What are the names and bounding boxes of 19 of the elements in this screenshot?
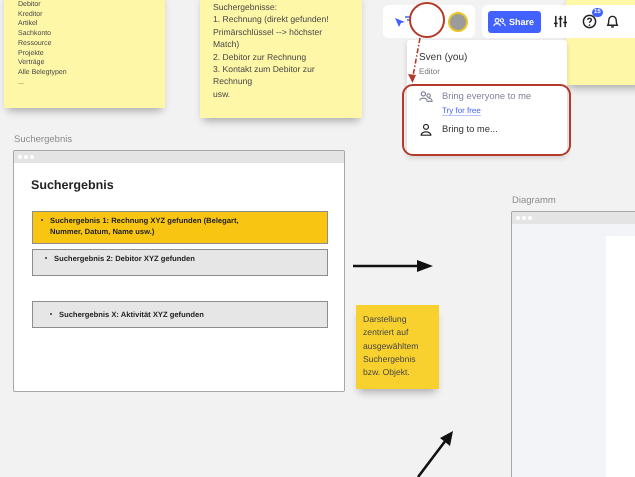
sticky-note-text: Suchergebnisse: 1. Rechnung (direkt gefunden! Primärschlüssel --> höchster Match) 2. Debitor zur Rechnung 3. Kontakt zum Debitor zur Rechnung usw. xyxy=(213,1,329,100)
share-button[interactable]: Share xyxy=(488,10,541,32)
sticky-note-text: Darstellung zentriert auf ausgewähltem Suchergebnis bzw. Objekt. xyxy=(363,313,418,380)
people-icon xyxy=(419,90,433,103)
user-role: Editor xyxy=(419,67,440,76)
arrow xyxy=(416,430,456,477)
people-icon xyxy=(493,16,506,26)
bell-icon[interactable] xyxy=(605,14,620,29)
frame-label: Suchergebnis xyxy=(14,134,72,145)
menu-item[interactable]: Bring to me... xyxy=(442,123,498,135)
help-icon[interactable] xyxy=(582,14,597,29)
frame-label: Diagramm xyxy=(512,195,556,206)
result-heading: Suchergebnis xyxy=(31,178,114,192)
user-name: Sven (you) xyxy=(419,52,468,63)
avatar[interactable] xyxy=(448,12,468,32)
cursor-icon[interactable] xyxy=(394,15,412,29)
sliders-icon[interactable] xyxy=(553,14,568,29)
dashed-arrow xyxy=(408,38,421,83)
person-icon xyxy=(419,123,433,136)
